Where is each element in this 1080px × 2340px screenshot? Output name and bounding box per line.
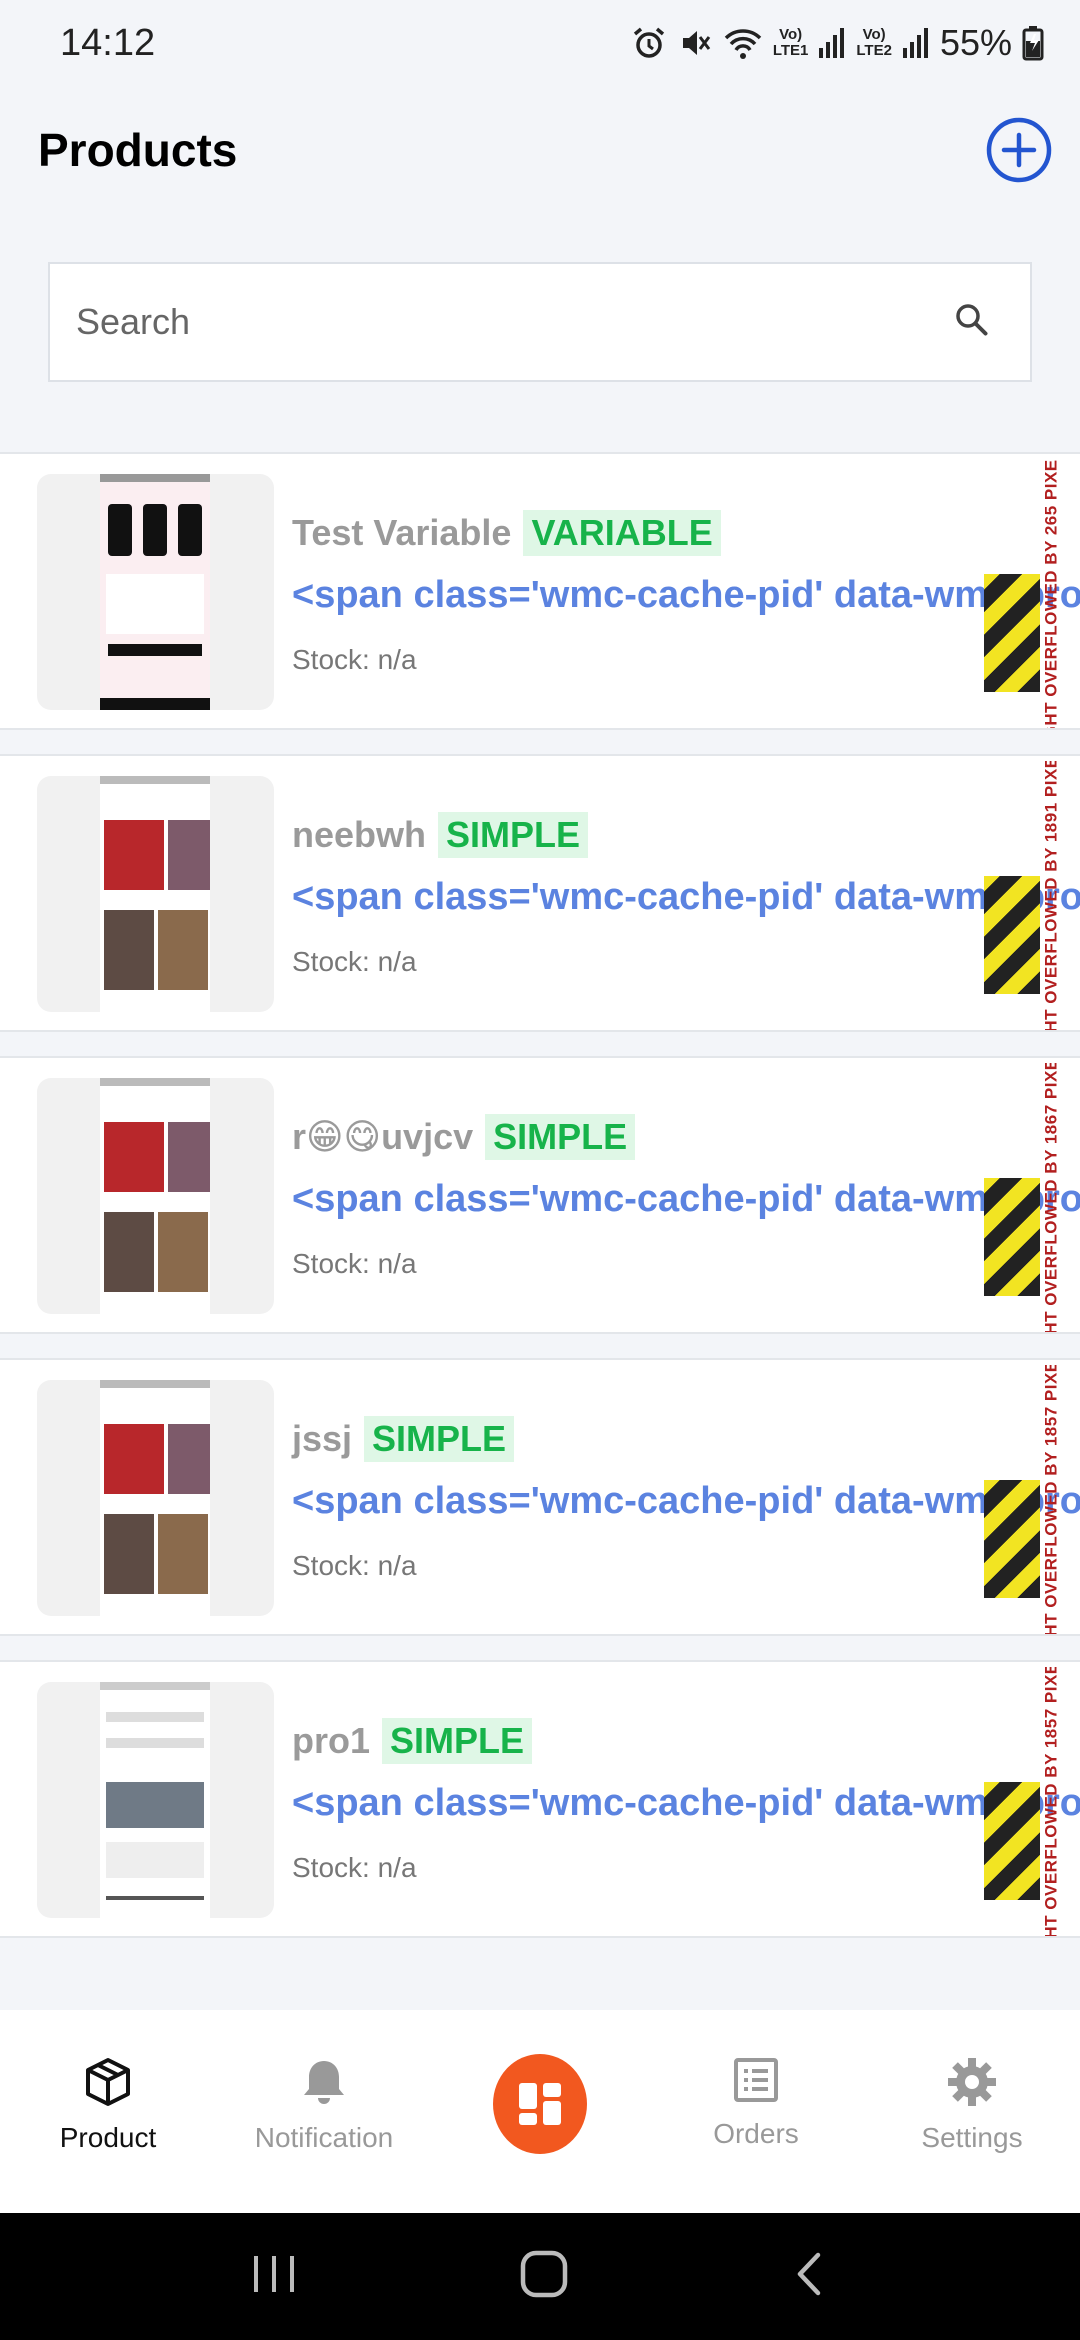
gear-icon [948,2058,996,2106]
product-card[interactable]: jssj SIMPLE <span class='wmc-cache-pid' … [0,1358,1080,1636]
overflow-warning-stripe [984,876,1040,994]
box-icon [86,2058,130,2106]
product-thumbnail [37,1380,274,1616]
product-stock: Stock: n/a [292,1248,417,1279]
list-icon [734,2058,778,2102]
product-stock: Stock: n/a [292,946,417,977]
product-card[interactable]: Test Variable VARIABLE <span class='wmc-… [0,452,1080,730]
product-html-text: <span class='wmc-cache-pid' data-wmc-pro [292,1480,1080,1522]
product-html-text: <span class='wmc-cache-pid' data-wmc-pro [292,876,1080,918]
wifi-icon [723,25,763,61]
product-thumbnail [37,1078,274,1314]
recent-apps-icon[interactable] [250,2252,298,2301]
product-html-text: <span class='wmc-cache-pid' data-wmc-pro [292,574,1080,616]
bottom-nav: Product Notification Orders Settings [0,2010,1080,2213]
battery-percent: 55% [939,22,1012,63]
system-nav-bar [0,2213,1080,2340]
overflow-warning-label: RIGHT OVERFLOWED BY 1857 PIXELS [1041,1365,1061,1636]
page-title: Products [38,124,238,176]
product-type-badge: SIMPLE [382,1718,533,1764]
product-stock: Stock: n/a [292,1550,417,1581]
battery-icon [1022,25,1044,61]
product-name: neebwh [292,814,427,855]
search-icon[interactable] [954,302,990,343]
nav-label: Orders [713,2118,799,2149]
product-card[interactable]: pro1 SIMPLE <span class='wmc-cache-pid' … [0,1660,1080,1938]
product-name: pro1 [292,1720,371,1761]
product-stock: Stock: n/a [292,644,417,675]
search-input[interactable] [76,301,954,343]
nav-item-product[interactable]: Product [0,2010,216,2213]
product-thumbnail [37,474,274,710]
product-thumbnail [37,776,274,1012]
product-name: r😁😋uvjcv [292,1116,474,1157]
status-time: 14:12 [60,21,156,64]
product-type-badge: SIMPLE [364,1416,515,1462]
alarm-icon [631,25,667,61]
product-type-badge: SIMPLE [438,812,589,858]
home-icon[interactable] [519,2249,569,2304]
overflow-warning-stripe [984,1782,1040,1900]
overflow-warning-stripe [984,1178,1040,1296]
nav-item-settings[interactable]: Settings [864,2010,1080,2213]
nav-item-dashboard[interactable] [432,2010,648,2213]
overflow-warning-stripe [984,574,1040,692]
nav-item-orders[interactable]: Orders [648,2010,864,2213]
product-type-badge: SIMPLE [485,1114,636,1160]
nav-label: Product [59,2122,157,2153]
product-name: Test Variable [292,512,512,553]
lte1-label: Vo) LTE1 [772,26,809,59]
nav-label: Notification [254,2122,394,2153]
nav-label: Settings [921,2122,1023,2153]
product-card[interactable]: r😁😋uvjcv SIMPLE <span class='wmc-cache-p… [0,1056,1080,1334]
add-product-button[interactable] [984,115,1054,185]
lte2-label: Vo) LTE2 [856,26,892,59]
overflow-warning-label: RIGHT OVERFLOWED BY 1891 PIXELS [1041,761,1061,1032]
product-type-badge: VARIABLE [523,510,721,556]
signal2-icon [902,26,930,60]
status-icons: Vo) LTE1 Vo) LTE2 55% [631,22,1044,64]
dashboard-icon [519,2083,561,2125]
dashboard-button[interactable] [493,2054,587,2154]
product-name: jssj [292,1418,353,1459]
product-html-text: <span class='wmc-cache-pid' data-wmc-pro [292,1178,1080,1220]
product-html-text: <span class='wmc-cache-pid' data-wmc-pro [292,1782,1080,1824]
product-stock: Stock: n/a [292,1852,417,1883]
nav-item-notification[interactable]: Notification [216,2010,432,2213]
signal1-icon [818,26,846,60]
product-card[interactable]: neebwh SIMPLE <span class='wmc-cache-pid… [0,754,1080,1032]
back-icon[interactable] [790,2249,830,2304]
mute-icon [677,25,713,61]
overflow-warning-label: RIGHT OVERFLOWED BY 265 PIXELS [1041,459,1060,730]
search-box [48,262,1032,382]
product-thumbnail [37,1682,274,1918]
app-header: Products [0,100,1080,200]
status-bar: 14:12 Vo) LTE1 Vo) LTE2 55% [0,0,1080,86]
overflow-warning-label: RIGHT OVERFLOWED BY 1857 PIXELS [1041,1667,1061,1938]
plus-circle-icon [986,117,1052,183]
overflow-warning-stripe [984,1480,1040,1598]
overflow-warning-label: RIGHT OVERFLOWED BY 1867 PIXELS [1041,1063,1061,1334]
bell-icon [304,2061,344,2104]
